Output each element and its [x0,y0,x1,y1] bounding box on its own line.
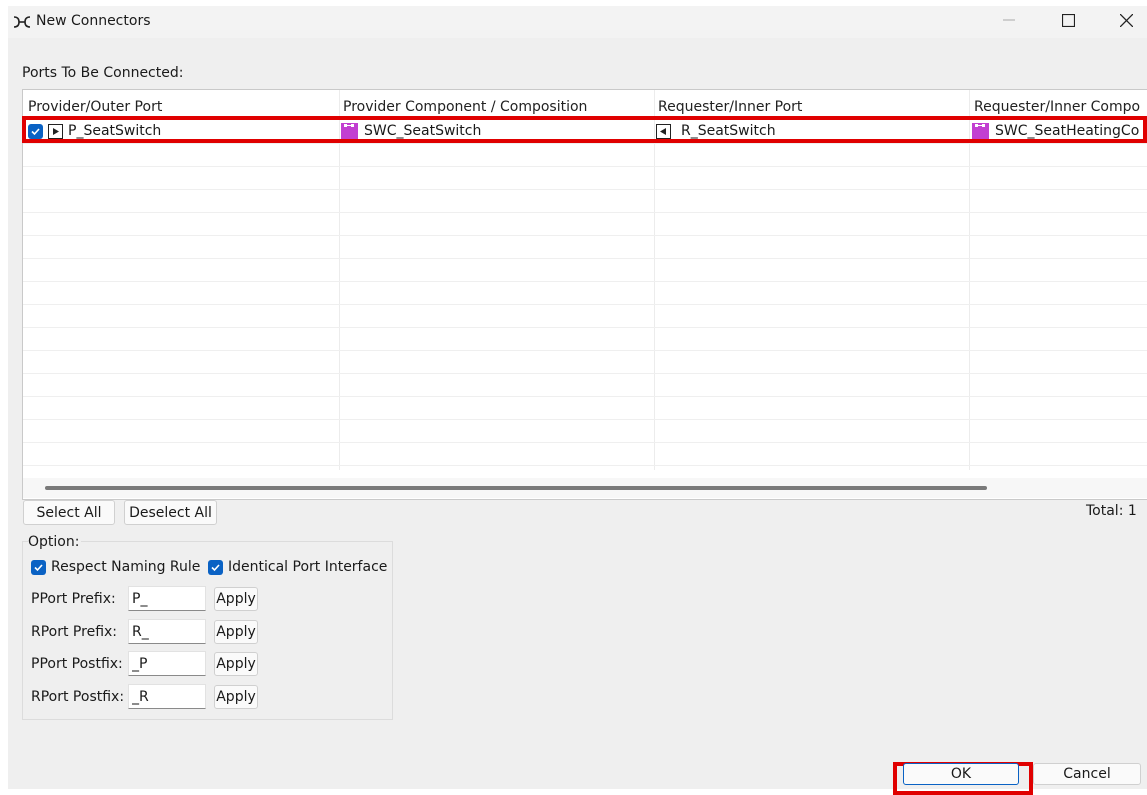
column-header-requester-component[interactable]: Requester/Inner Compo [974,99,1140,115]
deselect-all-button[interactable]: Deselect All [124,500,217,525]
rport-prefix-label: RPort Prefix: [31,624,118,640]
pport-postfix-input[interactable] [128,651,206,676]
rport-postfix-input[interactable] [128,684,206,709]
new-connectors-dialog: New Connectors Ports To Be Connected: Pr… [8,6,1147,795]
title-bar: New Connectors [8,6,1147,38]
pport-postfix-label: PPort Postfix: [31,656,123,672]
ports-table: Provider/Outer Port Provider Component /… [22,89,1147,500]
column-header-provider-component[interactable]: Provider Component / Composition [343,99,587,115]
horizontal-scrollbar[interactable] [23,478,1147,498]
close-icon [1119,13,1133,31]
row-divider [23,304,1147,305]
rport-prefix-input[interactable] [128,619,206,644]
row-divider [23,327,1147,328]
ok-button[interactable]: OK [903,763,1019,785]
row-divider [23,281,1147,282]
row-divider [23,166,1147,167]
pport-prefix-input[interactable] [128,586,206,611]
cancel-button[interactable]: Cancel [1033,763,1141,785]
respect-naming-rule-checkbox[interactable]: Respect Naming Rule [31,559,200,575]
column-divider [654,90,655,470]
column-header-requester-port[interactable]: Requester/Inner Port [658,99,802,115]
row-divider [23,419,1147,420]
row-divider [23,465,1147,466]
rport-prefix-apply-button[interactable]: Apply [214,620,258,644]
row-divider [23,396,1147,397]
identical-port-interface-checkbox[interactable]: Identical Port Interface [208,559,387,575]
column-divider [969,90,970,470]
total-count: Total: 1 [1086,503,1137,519]
ports-section-label: Ports To Be Connected: [22,65,184,81]
row-divider [23,212,1147,213]
row-divider [23,189,1147,190]
table-header: Provider/Outer Port Provider Component /… [23,90,1147,116]
row-highlight-box [22,116,1147,143]
column-divider [339,90,340,470]
select-all-button[interactable]: Select All [23,500,115,525]
minimize-icon [1003,14,1015,30]
row-divider [23,143,1147,144]
pport-prefix-apply-button[interactable]: Apply [214,587,258,611]
pport-prefix-label: PPort Prefix: [31,591,116,607]
row-divider [23,350,1147,351]
respect-naming-rule-label: Respect Naming Rule [51,559,201,575]
minimize-button[interactable] [986,6,1032,38]
pport-postfix-apply-button[interactable]: Apply [214,652,258,676]
maximize-icon [1061,13,1075,31]
maximize-button[interactable] [1045,6,1091,38]
checkbox-checked-icon [31,559,46,575]
close-button[interactable] [1103,6,1147,38]
checkbox-checked-icon [208,559,223,575]
connector-icon [12,14,32,30]
row-divider [23,235,1147,236]
rport-postfix-label: RPort Postfix: [31,689,125,705]
option-title: Option: [28,534,82,550]
row-divider [23,258,1147,259]
window-title: New Connectors [36,13,151,29]
column-header-provider-port[interactable]: Provider/Outer Port [28,99,162,115]
rport-postfix-apply-button[interactable]: Apply [214,685,258,709]
row-divider [23,442,1147,443]
row-divider [23,373,1147,374]
identical-port-interface-label: Identical Port Interface [228,559,388,575]
scrollbar-thumb[interactable] [45,486,987,490]
